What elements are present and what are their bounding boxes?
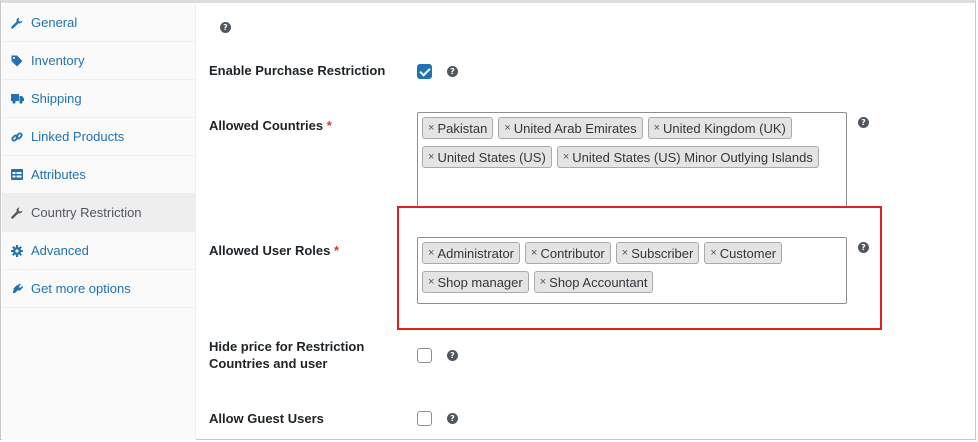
chip-label: Administrator — [437, 245, 515, 261]
allowed-user-roles-label: Allowed User Roles * — [209, 242, 339, 259]
sidebar-item-shipping[interactable]: Shipping — [2, 80, 195, 118]
help-icon[interactable]: ? — [220, 22, 231, 33]
allowed-user-roles-select[interactable]: × Administrator × Contributor × Subscriber … — [417, 237, 847, 304]
country-chip: × United States (US) Minor Outlying Islan… — [556, 146, 819, 168]
sidebar-item-label: Country Restriction — [31, 205, 142, 220]
chip-label: Subscriber — [631, 245, 694, 261]
remove-chip-icon[interactable]: × — [428, 247, 434, 259]
role-chip: × Administrator — [422, 242, 521, 264]
sidebar-item-attributes[interactable]: Attributes — [2, 156, 195, 194]
allow-guest-users-label: Allow Guest Users — [209, 411, 324, 426]
help-icon[interactable]: ? — [447, 350, 458, 361]
allowed-countries-select[interactable]: × Pakistan × United Arab Emirates × United … — [417, 112, 847, 208]
sidebar-item-get-more-options[interactable]: Get more options — [2, 270, 195, 308]
chip-label: United States (US) — [437, 149, 546, 165]
product-data-tabs: General Inventory Shipping Linked Produc… — [2, 4, 196, 440]
remove-chip-icon[interactable]: × — [654, 122, 660, 134]
table-icon — [10, 168, 24, 182]
chip-label: Customer — [719, 245, 777, 261]
country-chip: × United Kingdom (UK) — [647, 117, 792, 139]
help-icon[interactable]: ? — [858, 117, 869, 128]
hide-price-checkbox[interactable] — [417, 348, 432, 363]
allowed-countries-label: Allowed Countries * — [209, 117, 332, 134]
link-icon — [10, 130, 24, 144]
remove-chip-icon[interactable]: × — [710, 247, 716, 259]
role-chip: × Subscriber — [615, 242, 700, 264]
help-icon[interactable]: ? — [858, 242, 869, 253]
sidebar-item-label: Shipping — [31, 91, 82, 106]
enable-purchase-restriction-label: Enable Purchase Restriction — [209, 63, 386, 78]
sidebar-item-label: Get more options — [31, 281, 131, 296]
country-chip: × Pakistan — [422, 117, 494, 139]
chip-label: United Arab Emirates — [513, 120, 637, 136]
chip-label: Shop manager — [437, 274, 523, 290]
chip-label: Pakistan — [437, 120, 488, 136]
gear-icon — [10, 244, 24, 258]
role-chip: × Shop manager — [422, 271, 529, 293]
remove-chip-icon[interactable]: × — [540, 276, 546, 288]
role-chip: × Contributor — [525, 242, 611, 264]
sidebar-item-linked-products[interactable]: Linked Products — [2, 118, 195, 156]
sidebar-item-label: Attributes — [31, 167, 86, 182]
enable-purchase-restriction-checkbox[interactable] — [417, 64, 432, 79]
remove-chip-icon[interactable]: × — [428, 276, 434, 288]
wrench-icon — [10, 206, 24, 220]
sidebar-item-inventory[interactable]: Inventory — [2, 42, 195, 80]
sidebar-item-general[interactable]: General — [2, 4, 195, 42]
truck-icon — [10, 92, 24, 106]
chip-label: Contributor — [540, 245, 605, 261]
required-mark: * — [326, 118, 332, 133]
remove-chip-icon[interactable]: × — [563, 151, 569, 163]
remove-chip-icon[interactable]: × — [428, 122, 434, 134]
required-mark: * — [334, 243, 340, 258]
chip-label: Shop Accountant — [549, 274, 648, 290]
remove-chip-icon[interactable]: × — [622, 247, 628, 259]
country-chip: × United Arab Emirates — [498, 117, 643, 139]
help-icon[interactable]: ? — [447, 413, 458, 424]
allow-guest-users-checkbox[interactable] — [417, 411, 432, 426]
sidebar-item-label: General — [31, 15, 78, 30]
allowed-countries-label-text: Allowed Countries — [209, 118, 324, 133]
remove-chip-icon[interactable]: × — [428, 151, 434, 163]
sidebar-item-label: Advanced — [31, 243, 89, 258]
plugin-icon — [10, 282, 24, 296]
role-chip: × Customer — [704, 242, 783, 264]
help-icon[interactable]: ? — [447, 66, 458, 77]
country-chip: × United States (US) — [422, 146, 552, 168]
role-chip: × Shop Accountant — [533, 271, 654, 293]
sidebar-item-advanced[interactable]: Advanced — [2, 232, 195, 270]
allowed-user-roles-label-text: Allowed User Roles — [209, 243, 331, 258]
remove-chip-icon[interactable]: × — [504, 122, 510, 134]
sidebar-item-country-restriction[interactable]: Country Restriction — [2, 194, 195, 232]
hide-price-label: Hide price for Restriction Countries and… — [209, 339, 365, 371]
chip-label: United Kingdom (UK) — [663, 120, 786, 136]
chip-label: United States (US) Minor Outlying Island… — [572, 149, 813, 165]
tag-icon — [10, 54, 24, 68]
remove-chip-icon[interactable]: × — [531, 247, 537, 259]
sidebar-item-label: Inventory — [31, 53, 85, 68]
wrench-icon — [10, 16, 24, 30]
sidebar-item-label: Linked Products — [31, 129, 125, 144]
